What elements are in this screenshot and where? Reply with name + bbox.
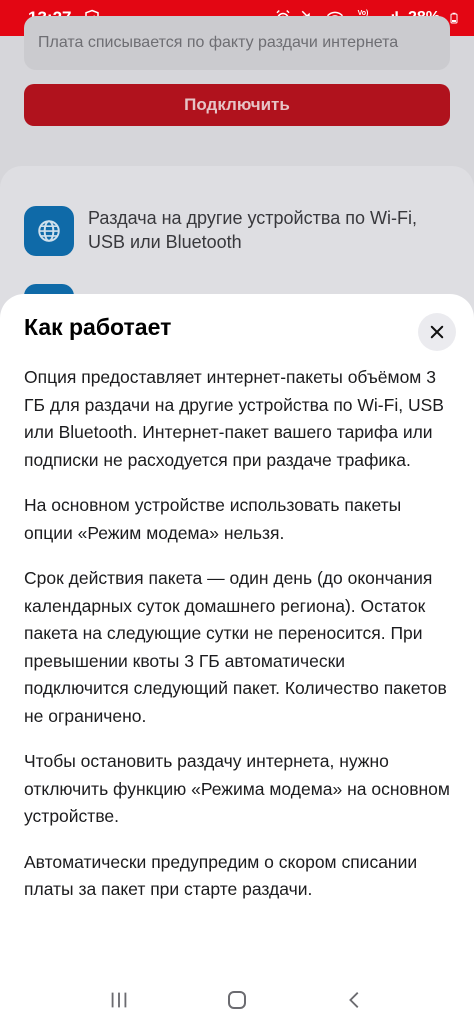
close-button[interactable]	[418, 313, 456, 351]
paragraph-3: Срок действия пакета — один день (до око…	[24, 568, 447, 726]
paragraph-2: На основном устройстве использовать паке…	[24, 495, 402, 543]
paragraph-5: Автоматически предупредим о скором списа…	[24, 851, 418, 900]
paragraph-4: Чтобы остановить раздачу интернета, нужн…	[24, 751, 450, 826]
close-icon	[430, 325, 444, 339]
connect-button[interactable]: Подключить	[24, 84, 450, 126]
back-icon	[349, 991, 359, 1008]
info-field-text: Плата списывается по факту раздачи интер…	[38, 34, 399, 51]
feature-text: Раздача на другие устройства по Wi-Fi, U…	[88, 208, 417, 252]
sheet-body: Опция предоставляет интернет-пакеты объё…	[24, 364, 454, 922]
home-button[interactable]	[217, 980, 257, 1020]
back-button[interactable]	[335, 980, 375, 1020]
how-it-works-sheet: Как работает Опция предоставляет интерне…	[0, 294, 474, 972]
tariff-card: Плата списывается по факту раздачи интер…	[0, 16, 474, 156]
feature-item: Раздача на другие устройства по Wi-Fi, U…	[24, 206, 458, 256]
recent-apps-button[interactable]	[99, 980, 139, 1020]
sheet-title: Как работает	[24, 314, 172, 340]
recent-apps-icon	[111, 992, 127, 1007]
navigation-bar	[0, 972, 474, 1027]
home-icon	[228, 990, 246, 1009]
globe-icon	[24, 206, 74, 256]
battery-icon	[450, 12, 458, 24]
paragraph-1: Опция предоставляет интернет-пакеты объё…	[24, 367, 444, 470]
